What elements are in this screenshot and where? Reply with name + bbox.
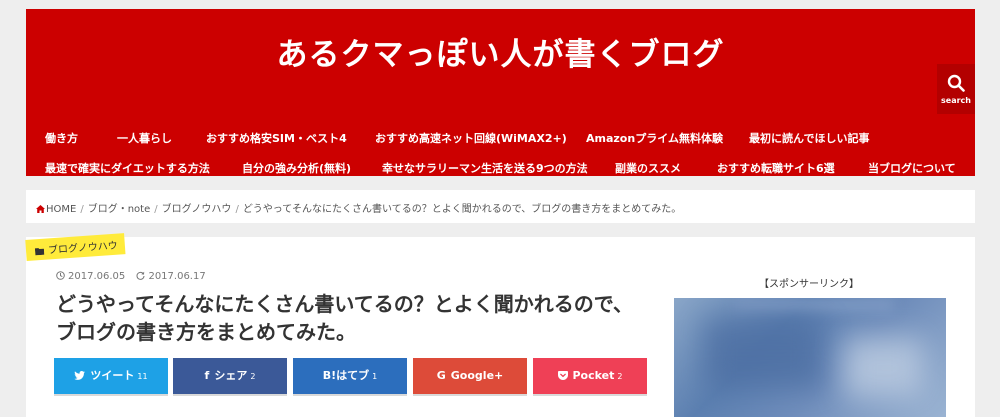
breadcrumb-bar: HOME / ブログ・note / ブログノウハウ / どうやってそんなにたくさん書いてるの… [26,190,975,223]
breadcrumb-blog-note[interactable]: ブログ・note [88,204,151,215]
nav-item-diet[interactable]: 最速で確実にダイエットする方法 [45,160,210,176]
ad-blur-shape [734,298,894,312]
share-facebook-label: シェア [214,369,248,382]
nav-item-amazon-prime[interactable]: Amazonプライム無料体験 [586,130,723,146]
pocket-icon [557,358,568,394]
search-label: search [941,96,971,105]
clock-icon [56,271,65,280]
nav-item-first-read[interactable]: 最初に読んでほしい記事 [749,130,869,146]
post-title: どうやってそんなにたくさん書いてるの？とよく聞かれるので、 ブログの書き方をまと… [56,290,656,346]
share-google-label: Google+ [450,369,504,382]
ad-blur-shape [844,338,924,398]
post-dates: 2017.06.05 2017.06.17 [56,271,206,282]
update-icon [136,271,145,280]
breadcrumb-separator: / [235,204,239,215]
share-google-plus-button[interactable]: G Google+ [413,358,527,394]
folder-icon [34,247,45,256]
category-tag[interactable]: ブログノウハウ [25,233,126,261]
share-twitter-button[interactable]: ツイート 11 [54,358,168,394]
nav-item-fukugyo[interactable]: 副業のススメ [615,160,681,176]
site-title[interactable]: あるクマっぽい人が書くブログ [26,29,975,74]
breadcrumb-current: どうやってそんなにたくさん書いてるの？とよく聞かれるので、ブログの書き方をまとめ… [242,204,682,215]
breadcrumb-blog-knowhow[interactable]: ブログノウハウ [162,204,232,215]
facebook-icon: f [204,369,210,382]
nav-item-about[interactable]: 当ブログについて [868,160,956,176]
google-plus-icon: G [436,369,446,382]
updated-date: 2017.06.17 [148,271,206,282]
search-button[interactable]: search [937,64,975,114]
nav-item-hitorigurashi[interactable]: 一人暮らし [117,130,172,146]
nav-item-salaryman[interactable]: 幸せなサラリーマン生活を送る9つの方法 [382,160,588,176]
share-twitter-label: ツイート [90,369,135,382]
category-label: ブログノウハウ [47,240,119,257]
search-icon [947,74,965,92]
nav-item-strength[interactable]: 自分の強み分析(無料) [242,160,351,176]
sponsor-label: 【スポンサーリンク】 [759,279,859,290]
share-twitter-count: 11 [137,372,148,381]
home-icon [36,205,45,213]
nav-item-tenshoku[interactable]: おすすめ転職サイト6選 [717,160,835,176]
breadcrumb-separator: / [80,204,84,215]
twitter-icon [74,358,86,394]
site-header: あるクマっぽい人が書くブログ search 働き方 一人暮らし おすすめ格安SI… [26,9,975,176]
sponsored-ad-image[interactable] [674,298,946,417]
nav-item-sim[interactable]: おすすめ格安SIM・ベスト4 [206,130,347,146]
article-card: ブログノウハウ 2017.06.05 2017.06.17 どうやってそんなにた… [25,233,975,417]
share-hatena-count: 1 [372,372,378,381]
share-hatena-button[interactable]: B!はてブ 1 [293,358,407,394]
share-pocket-button[interactable]: Pocket 2 [533,358,647,394]
breadcrumb: HOME / ブログ・note / ブログノウハウ / どうやってそんなにたくさん書いてるの… [36,200,681,215]
breadcrumb-separator: / [154,204,158,215]
share-facebook-button[interactable]: f シェア 2 [173,358,287,394]
post-title-line-1: どうやってそんなにたくさん書いてるの？とよく聞かれるので、 [56,292,633,316]
post-title-line-2: ブログの書き方をまとめてみた。 [56,320,356,344]
nav-item-wimax[interactable]: おすすめ高速ネット回線(WiMAX2+) [375,130,567,146]
global-nav-row-1: 働き方 一人暮らし おすすめ格安SIM・ベスト4 おすすめ高速ネット回線(WiM… [26,130,975,148]
global-nav-row-2: 最速で確実にダイエットする方法 自分の強み分析(無料) 幸せなサラリーマン生活を… [26,160,975,178]
share-hatena-label: B!はてブ [322,369,370,382]
published-date: 2017.06.05 [68,271,126,282]
share-pocket-count: 2 [617,372,623,381]
share-facebook-count: 2 [250,372,256,381]
nav-item-hatarakikata[interactable]: 働き方 [45,130,78,146]
breadcrumb-home[interactable]: HOME [46,204,76,215]
ad-blur-shape [704,318,824,388]
share-pocket-label: Pocket [572,369,615,382]
